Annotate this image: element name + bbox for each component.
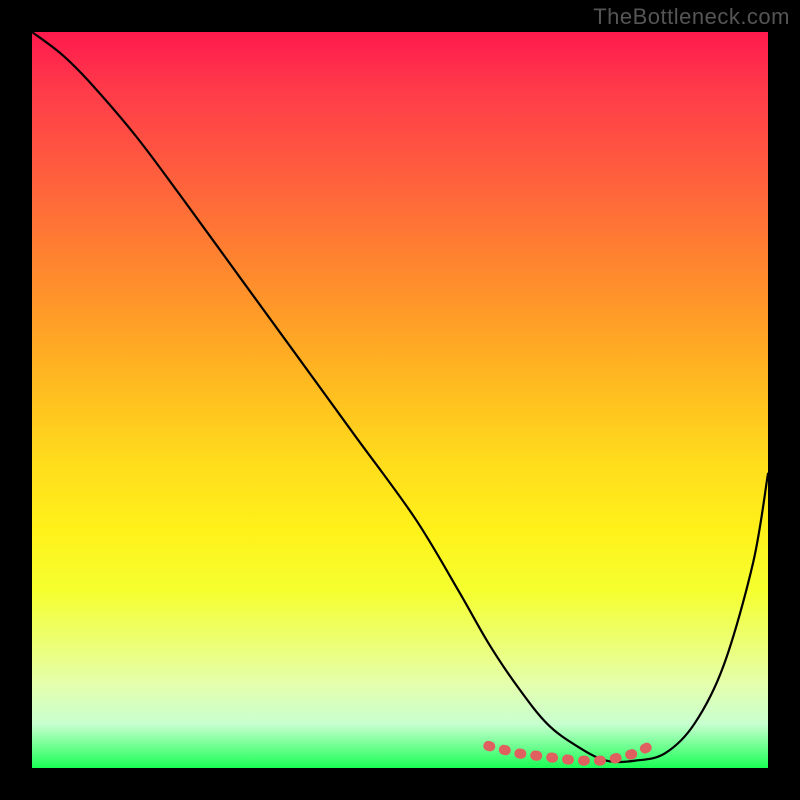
chart-svg	[32, 32, 768, 768]
bottleneck-curve	[32, 32, 768, 762]
watermark-text: TheBottleneck.com	[593, 4, 790, 30]
plot-area	[32, 32, 768, 768]
optimal-range-markers	[488, 746, 650, 761]
chart-frame: TheBottleneck.com	[0, 0, 800, 800]
